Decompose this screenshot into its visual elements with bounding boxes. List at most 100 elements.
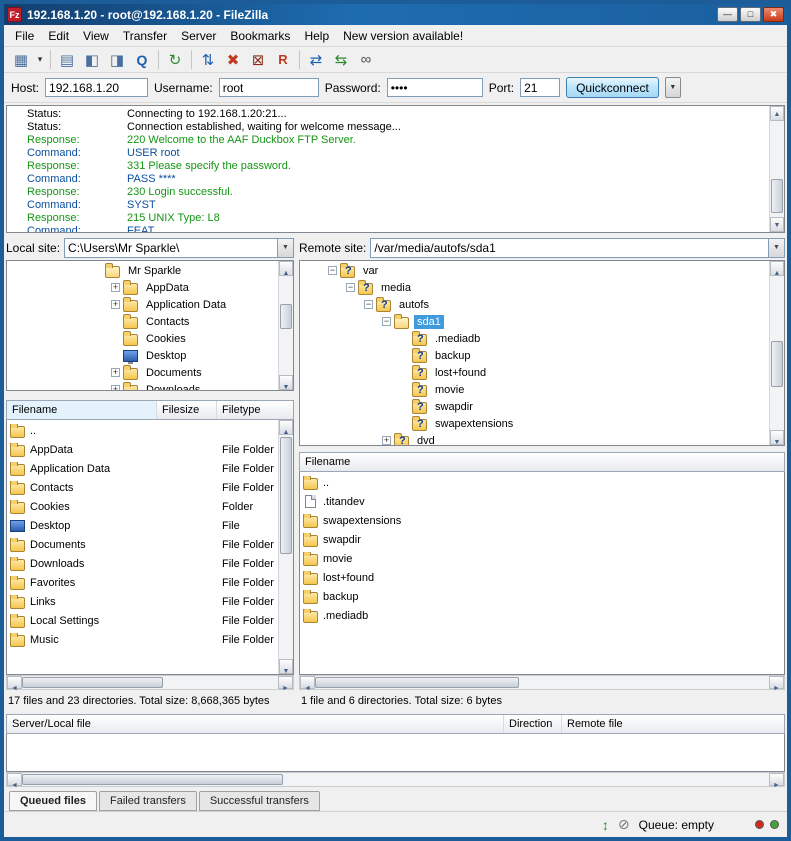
- tree-expander-icon[interactable]: [364, 300, 373, 309]
- toolbar-button[interactable]: ▾: [34, 49, 46, 71]
- file-row[interactable]: Links File Folder: [7, 592, 278, 611]
- scroll-up-button[interactable]: [279, 261, 293, 276]
- menu-item[interactable]: Bookmarks: [223, 26, 297, 46]
- username-input[interactable]: [219, 78, 319, 97]
- toolbar-button[interactable]: ✖: [221, 49, 245, 71]
- queue-tab[interactable]: Failed transfers: [99, 791, 197, 811]
- column-header[interactable]: Server/Local file: [7, 715, 504, 733]
- tree-item[interactable]: Cookies: [7, 330, 278, 347]
- window-button[interactable]: □: [740, 7, 761, 22]
- scroll-thumb[interactable]: [280, 304, 292, 330]
- tree-expander-icon[interactable]: [111, 300, 120, 309]
- tree-item[interactable]: swapdir: [300, 398, 769, 415]
- tree-item[interactable]: media: [300, 279, 769, 296]
- queue-tab[interactable]: Queued files: [9, 791, 97, 811]
- scroll-down-button[interactable]: [279, 659, 293, 674]
- local-site-combobox[interactable]: C:\Users\Mr Sparkle\: [64, 238, 294, 258]
- toolbar-button[interactable]: ∞: [354, 49, 378, 71]
- column-header[interactable]: Filetype: [217, 401, 293, 419]
- file-row[interactable]: swapextensions: [300, 511, 784, 530]
- file-row[interactable]: Documents File Folder: [7, 535, 278, 554]
- scroll-down-button[interactable]: [279, 375, 293, 390]
- scroll-left-button[interactable]: [7, 773, 22, 786]
- file-row[interactable]: ..: [7, 421, 278, 440]
- tree-expander-icon[interactable]: [328, 266, 337, 275]
- port-input[interactable]: [520, 78, 560, 97]
- menu-item[interactable]: Server: [174, 26, 223, 46]
- tree-item[interactable]: Application Data: [7, 296, 278, 313]
- tree-item[interactable]: Documents: [7, 364, 278, 381]
- window-button[interactable]: —: [717, 7, 738, 22]
- remote-site-combobox[interactable]: /var/media/autofs/sda1: [370, 238, 785, 258]
- tree-item[interactable]: backup: [300, 347, 769, 364]
- quickconnect-dropdown-button[interactable]: [665, 77, 681, 98]
- tree-expander-icon[interactable]: [111, 385, 120, 391]
- scroll-thumb[interactable]: [280, 437, 292, 553]
- file-row[interactable]: AppData File Folder: [7, 440, 278, 459]
- tree-item[interactable]: Contacts: [7, 313, 278, 330]
- file-row[interactable]: Desktop File: [7, 516, 278, 535]
- toolbar-button[interactable]: ▤: [55, 49, 79, 71]
- file-row[interactable]: ..: [300, 473, 784, 492]
- window-button[interactable]: ✖: [763, 7, 784, 22]
- menu-item[interactable]: View: [76, 26, 116, 46]
- scroll-up-button[interactable]: [770, 261, 784, 276]
- scroll-track[interactable]: [22, 773, 769, 786]
- scroll-thumb[interactable]: [22, 774, 283, 785]
- file-row[interactable]: lost+found: [300, 568, 784, 587]
- queue-list[interactable]: [6, 734, 785, 772]
- scroll-down-button[interactable]: [770, 217, 784, 232]
- scroll-track[interactable]: [770, 121, 784, 217]
- tree-item[interactable]: Mr Sparkle: [7, 262, 278, 279]
- log-vertical-scrollbar[interactable]: [769, 106, 784, 232]
- tree-item[interactable]: .mediadb: [300, 330, 769, 347]
- scroll-left-button[interactable]: [7, 676, 22, 689]
- column-header[interactable]: Filesize: [157, 401, 217, 419]
- tree-expander-icon[interactable]: [111, 283, 120, 292]
- toolbar-button[interactable]: R: [271, 49, 295, 71]
- file-row[interactable]: Favorites File Folder: [7, 573, 278, 592]
- password-input[interactable]: [387, 78, 483, 97]
- scroll-thumb[interactable]: [771, 341, 783, 387]
- file-row[interactable]: Local Settings File Folder: [7, 611, 278, 630]
- host-input[interactable]: [45, 78, 148, 97]
- column-header[interactable]: Filename: [300, 453, 784, 471]
- tree-item[interactable]: Desktop: [7, 347, 278, 364]
- toolbar-button[interactable]: ◧: [80, 49, 104, 71]
- local-list-vertical-scrollbar[interactable]: [278, 420, 293, 674]
- statusbar-icon[interactable]: ↕: [602, 817, 609, 833]
- scroll-left-button[interactable]: [300, 676, 315, 689]
- queue-horizontal-scrollbar[interactable]: [6, 772, 785, 787]
- scroll-track[interactable]: [315, 676, 769, 689]
- menu-item[interactable]: Edit: [41, 26, 76, 46]
- scroll-right-button[interactable]: [769, 676, 784, 689]
- toolbar-button[interactable]: [50, 50, 51, 69]
- scroll-track[interactable]: [22, 676, 278, 689]
- toolbar-button[interactable]: ◨: [105, 49, 129, 71]
- file-row[interactable]: Cookies Folder: [7, 497, 278, 516]
- queue-tab[interactable]: Successful transfers: [199, 791, 320, 811]
- local-horizontal-splitter[interactable]: [6, 391, 294, 400]
- combo-dropdown-icon[interactable]: [277, 239, 293, 257]
- local-tree-vertical-scrollbar[interactable]: [278, 261, 293, 390]
- file-row[interactable]: backup: [300, 587, 784, 606]
- scroll-down-button[interactable]: [770, 430, 784, 445]
- toolbar-button[interactable]: ⊠: [246, 49, 270, 71]
- titlebar[interactable]: Fz 192.168.1.20 - root@192.168.1.20 - Fi…: [4, 4, 787, 25]
- local-list-horizontal-scrollbar[interactable]: [6, 675, 294, 690]
- file-row[interactable]: Application Data File Folder: [7, 459, 278, 478]
- toolbar-button[interactable]: ⇅: [196, 49, 220, 71]
- scroll-thumb[interactable]: [22, 677, 163, 688]
- column-header[interactable]: Remote file: [562, 715, 784, 733]
- column-header[interactable]: Direction: [504, 715, 562, 733]
- remote-tree-vertical-scrollbar[interactable]: [769, 261, 784, 445]
- statusbar-icon[interactable]: ⊘: [618, 816, 630, 833]
- toolbar-button[interactable]: [299, 50, 300, 69]
- file-row[interactable]: movie: [300, 549, 784, 568]
- toolbar-button[interactable]: ↻: [163, 49, 187, 71]
- scroll-track[interactable]: [770, 276, 784, 430]
- column-header[interactable]: Filename: [7, 401, 157, 419]
- file-row[interactable]: Downloads File Folder: [7, 554, 278, 573]
- file-row[interactable]: Contacts File Folder: [7, 478, 278, 497]
- scroll-right-button[interactable]: [769, 773, 784, 786]
